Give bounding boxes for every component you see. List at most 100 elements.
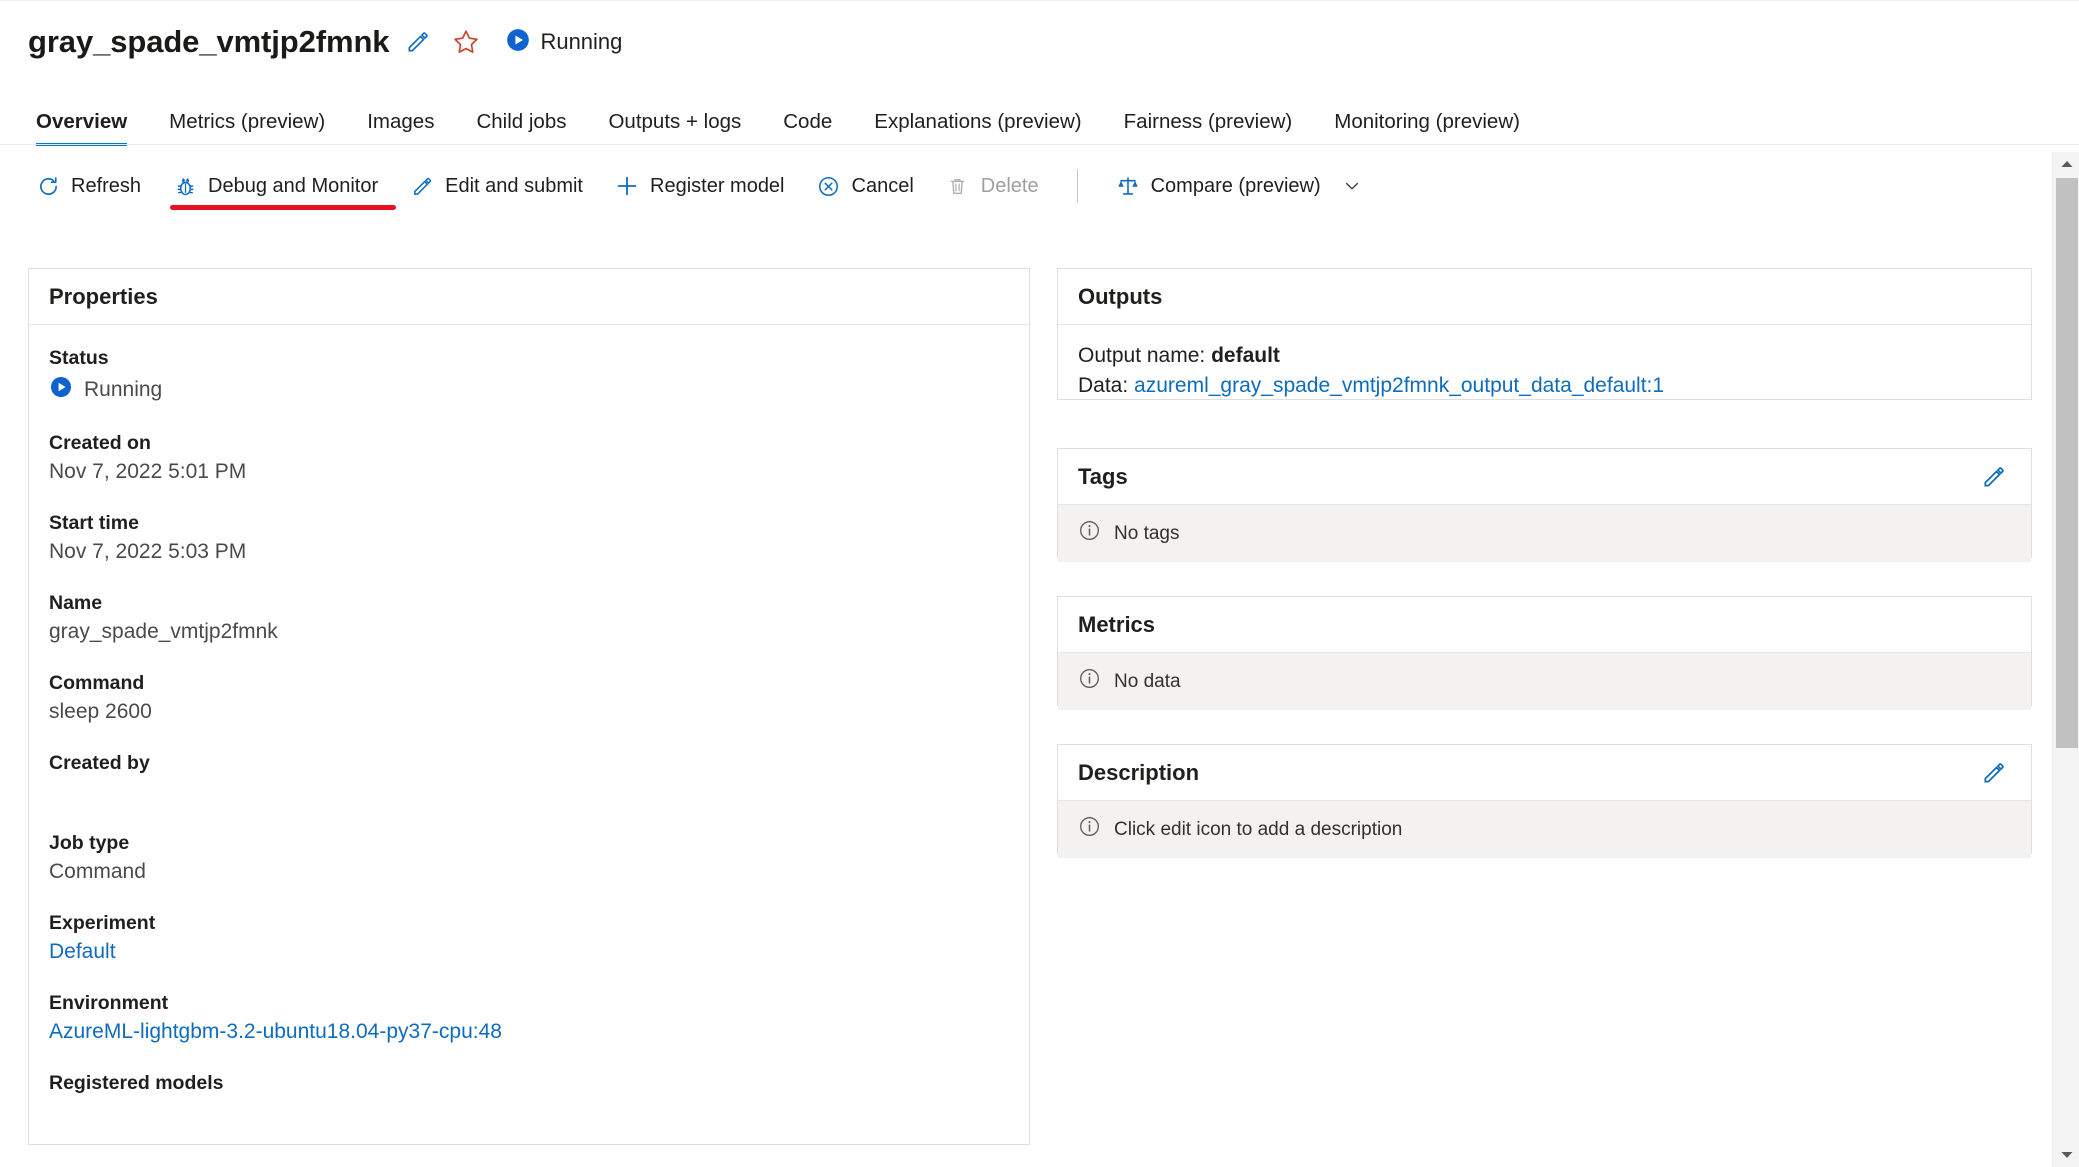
output-data-line: Data: azureml_gray_spade_vmtjp2fmnk_outp… bbox=[1078, 371, 2011, 401]
vertical-scrollbar[interactable] bbox=[2052, 152, 2079, 1167]
experiment-link[interactable]: Default bbox=[49, 940, 1009, 965]
running-play-icon bbox=[505, 27, 531, 58]
annotation-highlight-underline bbox=[170, 205, 396, 210]
metrics-empty-row: No data bbox=[1058, 653, 2031, 710]
delete-button: Delete bbox=[930, 160, 1055, 212]
description-empty-row: Click edit icon to add a description bbox=[1058, 801, 2031, 858]
debug-and-monitor-label: Debug and Monitor bbox=[208, 174, 379, 197]
tab-label: Monitoring (preview) bbox=[1334, 110, 1520, 133]
properties-header: Properties bbox=[29, 269, 1029, 325]
tab-explanations[interactable]: Explanations (preview) bbox=[853, 98, 1102, 146]
property-status: Status Running bbox=[49, 347, 1009, 405]
status-text: Running bbox=[540, 29, 623, 54]
metrics-empty-text: No data bbox=[1114, 670, 1181, 692]
refresh-icon bbox=[36, 174, 60, 198]
page-title: gray_spade_vmtjp2fmnk bbox=[28, 24, 390, 59]
property-label: Start time bbox=[49, 512, 139, 534]
cancel-button[interactable]: Cancel bbox=[801, 160, 930, 212]
status-badge: Running bbox=[505, 27, 622, 58]
property-value: sleep 2600 bbox=[49, 700, 152, 723]
description-empty-text: Click edit icon to add a description bbox=[1114, 818, 1403, 840]
compare-button[interactable]: Compare (preview) bbox=[1100, 160, 1378, 212]
trash-icon bbox=[946, 174, 970, 198]
outputs-title: Outputs bbox=[1078, 283, 1163, 309]
running-play-icon bbox=[49, 375, 73, 405]
output-name-line: Output name: default bbox=[1078, 341, 2011, 371]
tags-empty-text: No tags bbox=[1114, 522, 1180, 544]
cancel-label: Cancel bbox=[851, 174, 914, 197]
scrollbar-thumb[interactable] bbox=[2056, 178, 2078, 748]
info-icon bbox=[1078, 815, 1101, 844]
favorite-star-icon[interactable] bbox=[447, 23, 485, 61]
description-header: Description bbox=[1058, 745, 2031, 801]
tags-edit-pencil-icon[interactable] bbox=[1977, 460, 2011, 494]
tags-title: Tags bbox=[1078, 463, 1128, 489]
tab-images[interactable]: Images bbox=[346, 98, 455, 146]
info-icon bbox=[1078, 667, 1101, 696]
outputs-body: Output name: default Data: azureml_gray_… bbox=[1058, 325, 2031, 420]
bug-icon bbox=[173, 174, 197, 198]
properties-title: Properties bbox=[49, 283, 158, 309]
property-command: Command sleep 2600 bbox=[49, 672, 1009, 725]
metrics-header: Metrics bbox=[1058, 597, 2031, 653]
tab-bar: Overview Metrics (preview) Images Child … bbox=[28, 96, 1541, 146]
edit-and-submit-label: Edit and submit bbox=[445, 174, 583, 197]
scroll-down-arrow-icon[interactable] bbox=[2053, 1143, 2079, 1167]
property-label: Created on bbox=[49, 432, 151, 454]
property-label: Job type bbox=[49, 832, 130, 854]
register-model-button[interactable]: Register model bbox=[599, 160, 801, 212]
job-overview-page: gray_spade_vmtjp2fmnk Running Overview M… bbox=[0, 0, 2079, 1167]
compare-label: Compare (preview) bbox=[1150, 174, 1321, 197]
tab-outputs-logs[interactable]: Outputs + logs bbox=[587, 98, 762, 146]
chevron-down-icon bbox=[1342, 176, 1362, 196]
property-label: Registered models bbox=[49, 1072, 224, 1094]
tab-label: Explanations (preview) bbox=[874, 110, 1082, 133]
tab-child-jobs[interactable]: Child jobs bbox=[455, 98, 587, 146]
property-label: Created by bbox=[49, 752, 150, 774]
property-label: Environment bbox=[49, 992, 169, 1014]
property-environment: Environment AzureML-lightgbm-3.2-ubuntu1… bbox=[49, 992, 1009, 1045]
tab-label: Fairness (preview) bbox=[1123, 110, 1293, 133]
pencil-icon bbox=[410, 174, 434, 198]
tab-label: Outputs + logs bbox=[608, 110, 742, 133]
properties-list: Status Running Created on Nov 7, 2022 5:… bbox=[29, 325, 1029, 1144]
outputs-header: Outputs bbox=[1058, 269, 2031, 325]
tab-fairness[interactable]: Fairness (preview) bbox=[1103, 98, 1314, 146]
tab-metrics[interactable]: Metrics (preview) bbox=[148, 98, 346, 146]
output-data-link[interactable]: azureml_gray_spade_vmtjp2fmnk_output_dat… bbox=[1134, 374, 1664, 397]
property-label: Command bbox=[49, 672, 145, 694]
property-value: gray_spade_vmtjp2fmnk bbox=[49, 620, 278, 643]
property-label: Status bbox=[49, 347, 109, 369]
description-panel: Description Click edit icon to add a des… bbox=[1057, 744, 2032, 858]
register-model-label: Register model bbox=[650, 174, 785, 197]
edit-and-submit-button[interactable]: Edit and submit bbox=[394, 160, 599, 212]
property-created-by: Created by bbox=[49, 752, 1009, 805]
info-icon bbox=[1078, 519, 1101, 548]
scroll-up-arrow-icon[interactable] bbox=[2053, 152, 2079, 176]
top-divider bbox=[0, 0, 2079, 1]
job-header: gray_spade_vmtjp2fmnk Running bbox=[28, 18, 622, 66]
tab-label: Overview bbox=[36, 110, 128, 133]
output-data-label: Data: bbox=[1078, 374, 1129, 398]
output-name-label: Output name: bbox=[1078, 344, 1206, 367]
delete-label: Delete bbox=[980, 174, 1039, 197]
metrics-title: Metrics bbox=[1078, 611, 1156, 637]
cancel-circle-icon bbox=[817, 174, 841, 198]
tab-monitoring[interactable]: Monitoring (preview) bbox=[1313, 98, 1541, 146]
tab-overview[interactable]: Overview bbox=[28, 98, 148, 146]
refresh-label: Refresh bbox=[71, 174, 142, 197]
property-experiment: Experiment Default bbox=[49, 912, 1009, 965]
property-value: Nov 7, 2022 5:01 PM bbox=[49, 460, 247, 483]
tags-empty-row: No tags bbox=[1058, 505, 2031, 562]
tab-label: Child jobs bbox=[476, 110, 567, 133]
tab-code[interactable]: Code bbox=[762, 98, 853, 146]
tab-label: Code bbox=[783, 110, 833, 133]
metrics-panel: Metrics No data bbox=[1057, 596, 2032, 710]
property-start-time: Start time Nov 7, 2022 5:03 PM bbox=[49, 512, 1009, 565]
environment-link[interactable]: AzureML-lightgbm-3.2-ubuntu18.04-py37-cp… bbox=[49, 1020, 1009, 1045]
refresh-button[interactable]: Refresh bbox=[28, 160, 157, 212]
description-edit-pencil-icon[interactable] bbox=[1977, 756, 2011, 790]
property-value: Running bbox=[49, 375, 1009, 405]
property-value: Nov 7, 2022 5:03 PM bbox=[49, 540, 247, 563]
rename-pencil-icon[interactable] bbox=[399, 23, 437, 61]
